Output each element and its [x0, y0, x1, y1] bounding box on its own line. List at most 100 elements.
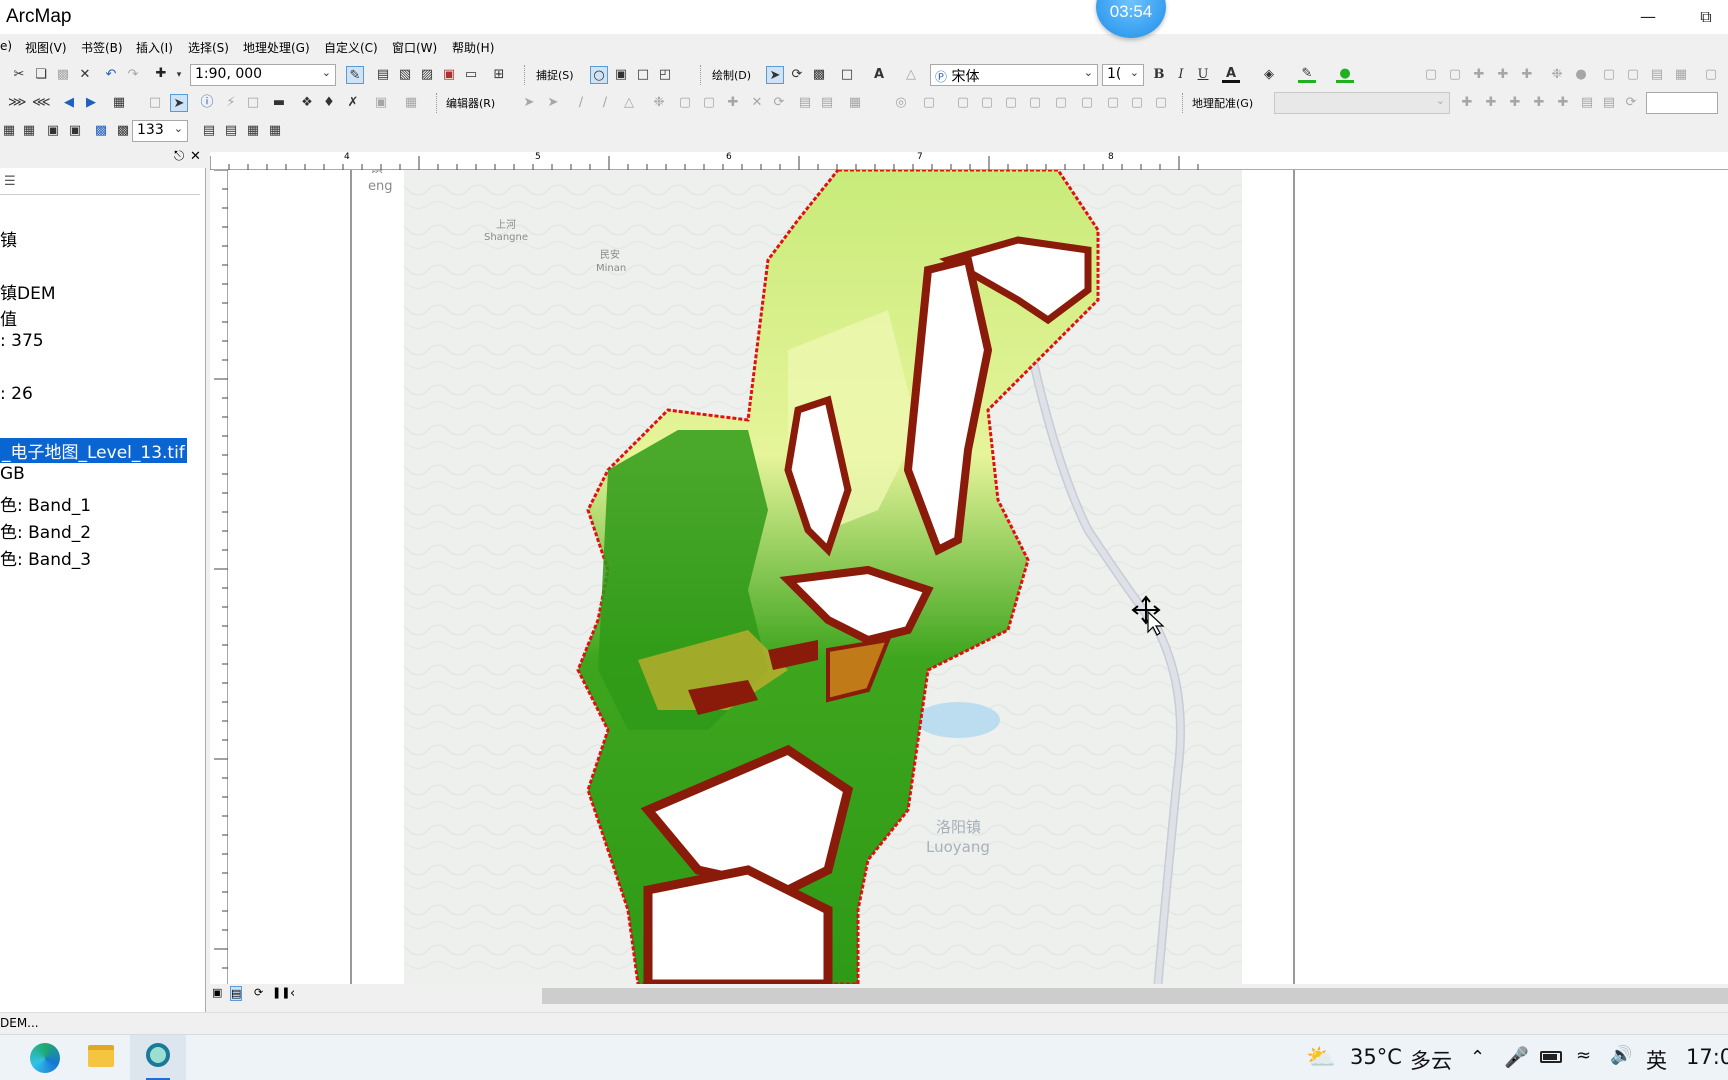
close-icon[interactable]: ✕: [190, 149, 201, 164]
end-snap-icon[interactable]: ▣: [612, 66, 630, 84]
clock[interactable]: 17:07: [1686, 1045, 1728, 1069]
add-data-icon[interactable]: ✚: [152, 65, 170, 83]
toc-layer[interactable]: 镇: [0, 226, 17, 251]
toc-layer-selected[interactable]: _电子地图_Level_13.tif: [0, 438, 187, 463]
redo-icon[interactable]: ↷: [124, 66, 142, 84]
menu-geoprocessing[interactable]: 地理处理(G): [243, 39, 310, 56]
scroll-left-icon[interactable]: ‹: [290, 986, 295, 1001]
attributes-icon[interactable]: ▤: [796, 94, 814, 112]
scale-combo[interactable]: 1:90, 000 ⌄: [190, 64, 336, 86]
point-snap-icon[interactable]: ○: [590, 66, 608, 84]
georef-tool-icon[interactable]: ▢: [1624, 66, 1642, 84]
create-viewer-icon[interactable]: ▦: [402, 94, 420, 112]
undo-icon[interactable]: ↶: [102, 66, 120, 84]
split-icon[interactable]: ✕: [748, 94, 766, 112]
georef-tool-icon[interactable]: ▢: [1128, 94, 1146, 112]
georef-tool-icon[interactable]: ▢: [1104, 94, 1122, 112]
drawing-menu[interactable]: 绘制(D): [712, 67, 751, 83]
data-driven-pages-icon[interactable]: ▦: [266, 122, 284, 140]
line-color-icon[interactable]: ✎: [1298, 65, 1316, 83]
georef-tool-icon[interactable]: ✚: [1470, 66, 1488, 84]
georef-tool-icon[interactable]: ✚: [1554, 94, 1572, 112]
trace-icon[interactable]: △: [620, 94, 638, 112]
forward-arrow-icon[interactable]: ▶: [82, 94, 100, 112]
georef-tool-icon[interactable]: ▤: [1600, 94, 1618, 112]
georef-tool-icon[interactable]: ●: [1572, 66, 1590, 84]
toggle-draft-icon[interactable]: ▤: [200, 122, 218, 140]
minimize-icon[interactable]: —: [1628, 4, 1668, 30]
reshape-icon[interactable]: ▢: [700, 94, 718, 112]
georef-tool-icon[interactable]: ⟳: [1622, 94, 1640, 112]
menu-bookmarks[interactable]: 书签(B): [81, 39, 123, 56]
catalog-icon[interactable]: ▧: [396, 66, 414, 84]
vertex-snap-icon[interactable]: □: [634, 66, 652, 84]
georef-tool-icon[interactable]: ▢: [954, 94, 972, 112]
rotate-icon[interactable]: ⟳: [770, 94, 788, 112]
measure-icon[interactable]: ▬: [270, 94, 288, 112]
georef-tool-icon[interactable]: ▢: [1600, 66, 1618, 84]
georef-tool-icon[interactable]: ✚: [1458, 94, 1476, 112]
table-of-contents-icon[interactable]: ▤: [374, 66, 392, 84]
fixed-zoom-layout-icon[interactable]: ▣: [44, 122, 62, 140]
marker-color-icon[interactable]: ●: [1336, 65, 1354, 83]
georef-tool-icon[interactable]: ▢: [1026, 94, 1044, 112]
hyperlink-icon[interactable]: ⚡: [222, 94, 240, 112]
georef-tool-icon[interactable]: ✚: [1530, 94, 1548, 112]
toc-layer[interactable]: 镇DEM: [0, 279, 56, 304]
georef-tool-icon[interactable]: ✚: [1518, 66, 1536, 84]
georef-layer-combo[interactable]: ⌄: [1274, 92, 1450, 114]
font-combo[interactable]: Ⓟ 宋体 ⌄: [930, 64, 1098, 86]
layout-view-icon[interactable]: ▤: [230, 986, 243, 1001]
create-features-icon[interactable]: ▦: [846, 94, 864, 112]
topology-icon[interactable]: ◎: [892, 94, 910, 112]
cut-polygons-icon[interactable]: ✚: [724, 94, 742, 112]
rectangle-icon[interactable]: □: [838, 66, 856, 84]
edge-snap-icon[interactable]: ◰: [656, 66, 674, 84]
volume-icon[interactable]: 🔊: [1610, 1045, 1632, 1066]
refresh-icon[interactable]: ⟳: [254, 986, 263, 999]
pause-icon[interactable]: ❚❚: [272, 986, 290, 999]
ime-indicator[interactable]: 英: [1646, 1045, 1667, 1075]
horizontal-scrollbar[interactable]: ▣ ▤ ⟳ ❚❚ ‹: [210, 984, 1728, 1008]
menu-insert[interactable]: 插入(I): [136, 39, 173, 56]
bold-button[interactable]: B: [1150, 66, 1168, 84]
fixed-zoom-out-icon[interactable]: ⋘: [32, 94, 51, 112]
edit-vertices-icon[interactable]: △: [902, 66, 920, 84]
go-to-xy-icon[interactable]: ✗: [344, 94, 362, 112]
zoom-in-layout-icon[interactable]: ▦: [0, 122, 18, 140]
battery-icon[interactable]: [1540, 1051, 1562, 1063]
georef-tool-icon[interactable]: ▢: [1422, 66, 1440, 84]
sketch-properties-icon[interactable]: ▤: [818, 94, 836, 112]
georef-tool-icon[interactable]: ✚: [1482, 94, 1500, 112]
change-layout-icon[interactable]: ▦: [244, 122, 262, 140]
data-view-icon[interactable]: ▣: [212, 986, 222, 999]
fill-color-icon[interactable]: ◈: [1260, 66, 1278, 84]
georeferencing-menu[interactable]: 地理配准(G): [1192, 95, 1253, 111]
rotate-icon[interactable]: ⟳: [788, 66, 806, 84]
editor-menu[interactable]: 编辑器(R): [446, 95, 495, 111]
straight-segment-icon[interactable]: ∕: [572, 94, 590, 112]
georef-tool-icon[interactable]: ▢: [1446, 66, 1464, 84]
taskbar-active-app[interactable]: [130, 1035, 186, 1080]
restore-icon[interactable]: ⧉: [1686, 4, 1726, 30]
underline-button[interactable]: U: [1194, 66, 1212, 84]
scroll-thumb[interactable]: [542, 988, 1728, 1004]
copy-icon[interactable]: ❏: [32, 66, 50, 84]
select-elements-icon[interactable]: ➤: [766, 66, 784, 84]
weather-desc[interactable]: 多云: [1410, 1045, 1452, 1075]
python-window-icon[interactable]: ▭: [462, 66, 480, 84]
pin-icon[interactable]: ⎋: [174, 149, 184, 164]
font-color-button[interactable]: A: [1222, 65, 1240, 83]
zoom-whole-page-icon[interactable]: ▩: [92, 122, 110, 140]
edit-vertices-icon[interactable]: ▢: [676, 94, 694, 112]
georef-tool-icon[interactable]: ▢: [1078, 94, 1096, 112]
georef-tool-icon[interactable]: ✚: [1506, 94, 1524, 112]
georef-tool-icon[interactable]: ▢: [1702, 66, 1720, 84]
search-window-icon[interactable]: ▨: [418, 66, 436, 84]
edit-annotation-icon[interactable]: ➤: [544, 94, 562, 112]
italic-button[interactable]: I: [1172, 66, 1190, 84]
georef-tool-icon[interactable]: ▢: [1002, 94, 1020, 112]
identify-icon[interactable]: ⓘ: [198, 94, 216, 112]
zoom-100-icon[interactable]: ▩: [114, 122, 132, 140]
snapping-menu[interactable]: 捕捉(S): [536, 67, 574, 83]
